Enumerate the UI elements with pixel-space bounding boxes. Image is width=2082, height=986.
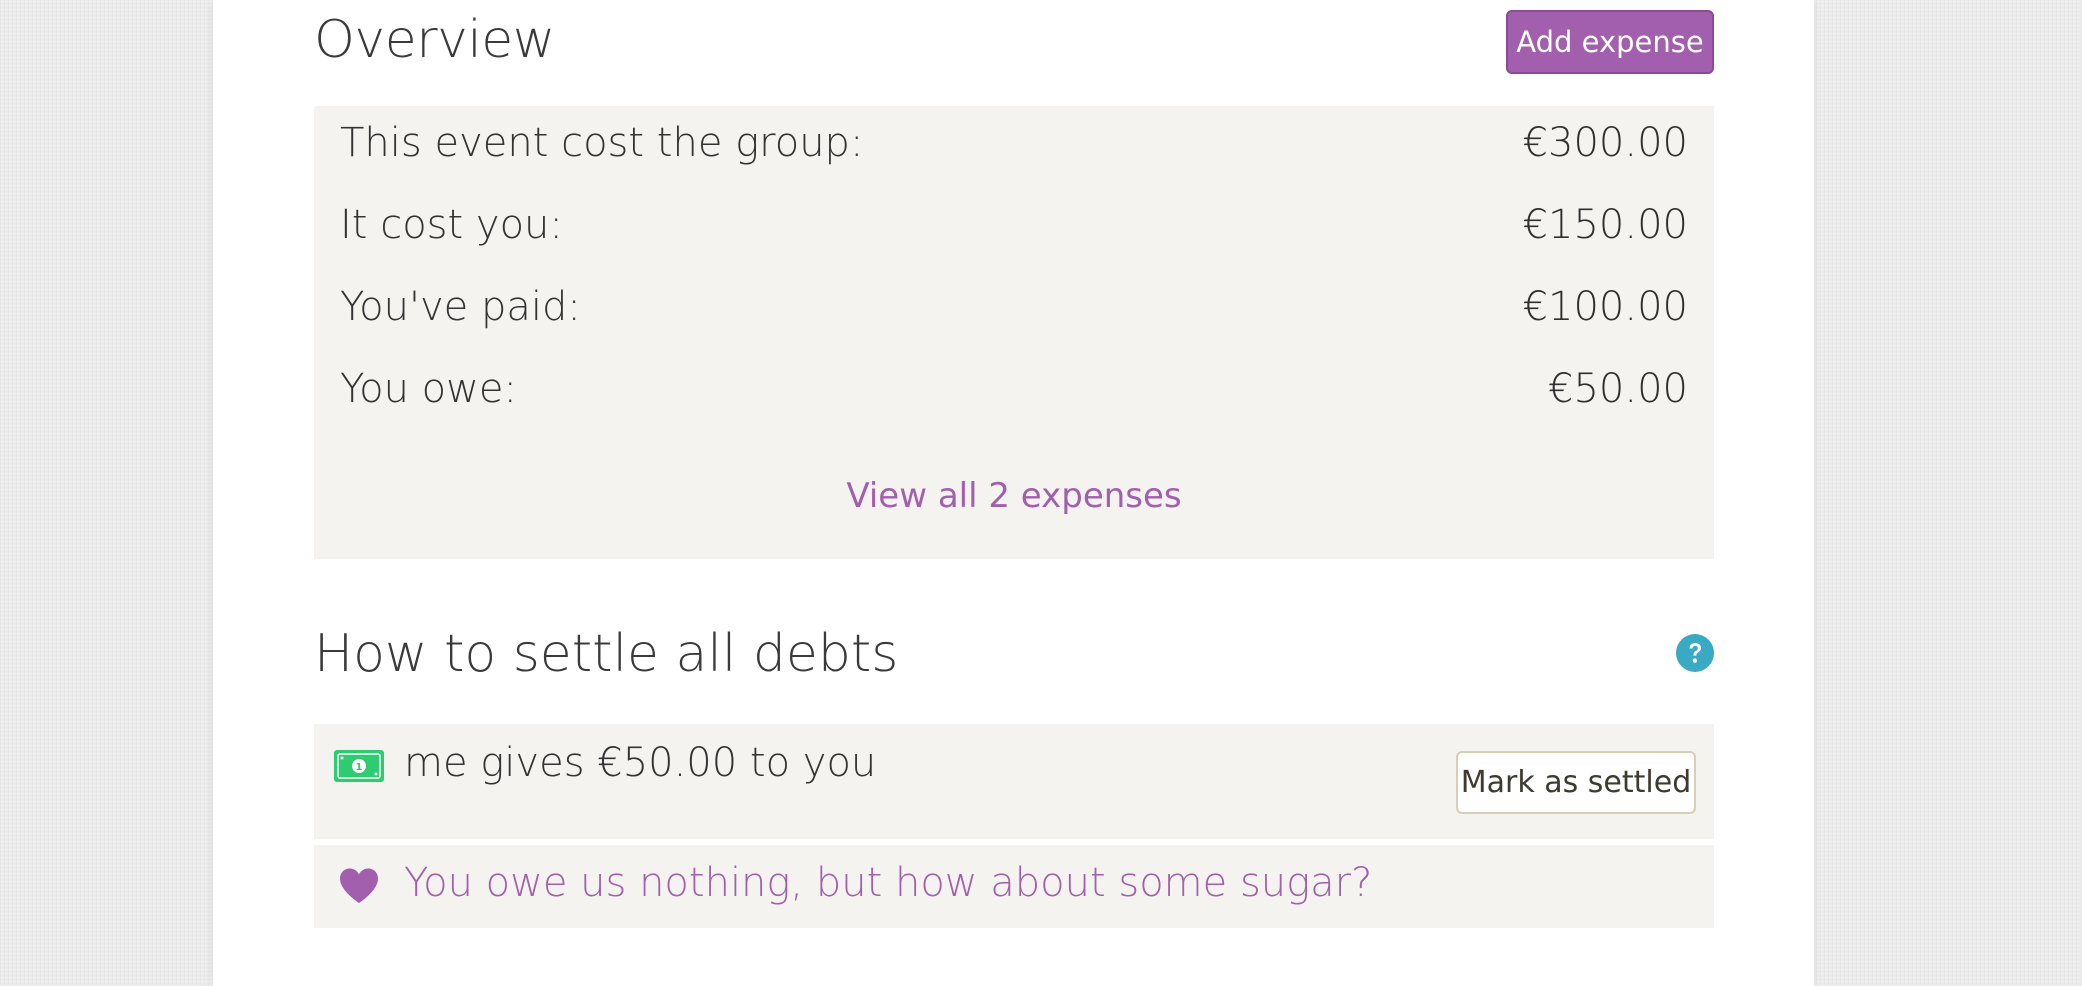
summary-label: You've paid: [340, 284, 581, 330]
view-all-expenses-link[interactable]: View all 2 expenses [314, 476, 1714, 516]
summary-row-group-cost: This event cost the group: €300.00 [340, 120, 1688, 180]
summary-label: It cost you: [340, 202, 563, 248]
svg-text:1: 1 [356, 762, 363, 773]
summary-value: €100.00 [1522, 284, 1688, 330]
debt-description: me gives €50.00 to you [404, 740, 877, 786]
sugar-row: You owe us nothing, but how about some s… [314, 845, 1714, 928]
summary-label: You owe: [340, 366, 517, 412]
overview-header: Overview Add expense [314, 0, 1714, 106]
overview-content: Overview Add expense This event cost the… [314, 0, 1714, 928]
summary-panel: This event cost the group: €300.00 It co… [314, 106, 1714, 559]
settle-debts-title: How to settle all debts [314, 624, 899, 684]
add-expense-button[interactable]: Add expense [1506, 10, 1714, 74]
summary-value: €300.00 [1522, 120, 1688, 166]
overview-title: Overview [314, 10, 555, 70]
summary-value: €150.00 [1522, 202, 1688, 248]
heart-icon [338, 867, 380, 905]
summary-label: This event cost the group: [340, 120, 864, 166]
debt-row: 1 me gives €50.00 to you Mark as settled [314, 724, 1714, 839]
money-bill-icon: 1 [334, 750, 384, 782]
summary-value: €50.00 [1548, 366, 1688, 412]
summary-row-your-cost: It cost you: €150.00 [340, 202, 1688, 262]
mark-as-settled-button[interactable]: Mark as settled [1456, 751, 1696, 814]
summary-row-paid: You've paid: €100.00 [340, 284, 1688, 344]
question-circle-icon[interactable] [1676, 634, 1714, 672]
sugar-link[interactable]: You owe us nothing, but how about some s… [404, 860, 1372, 906]
summary-row-owe: You owe: €50.00 [340, 366, 1688, 426]
